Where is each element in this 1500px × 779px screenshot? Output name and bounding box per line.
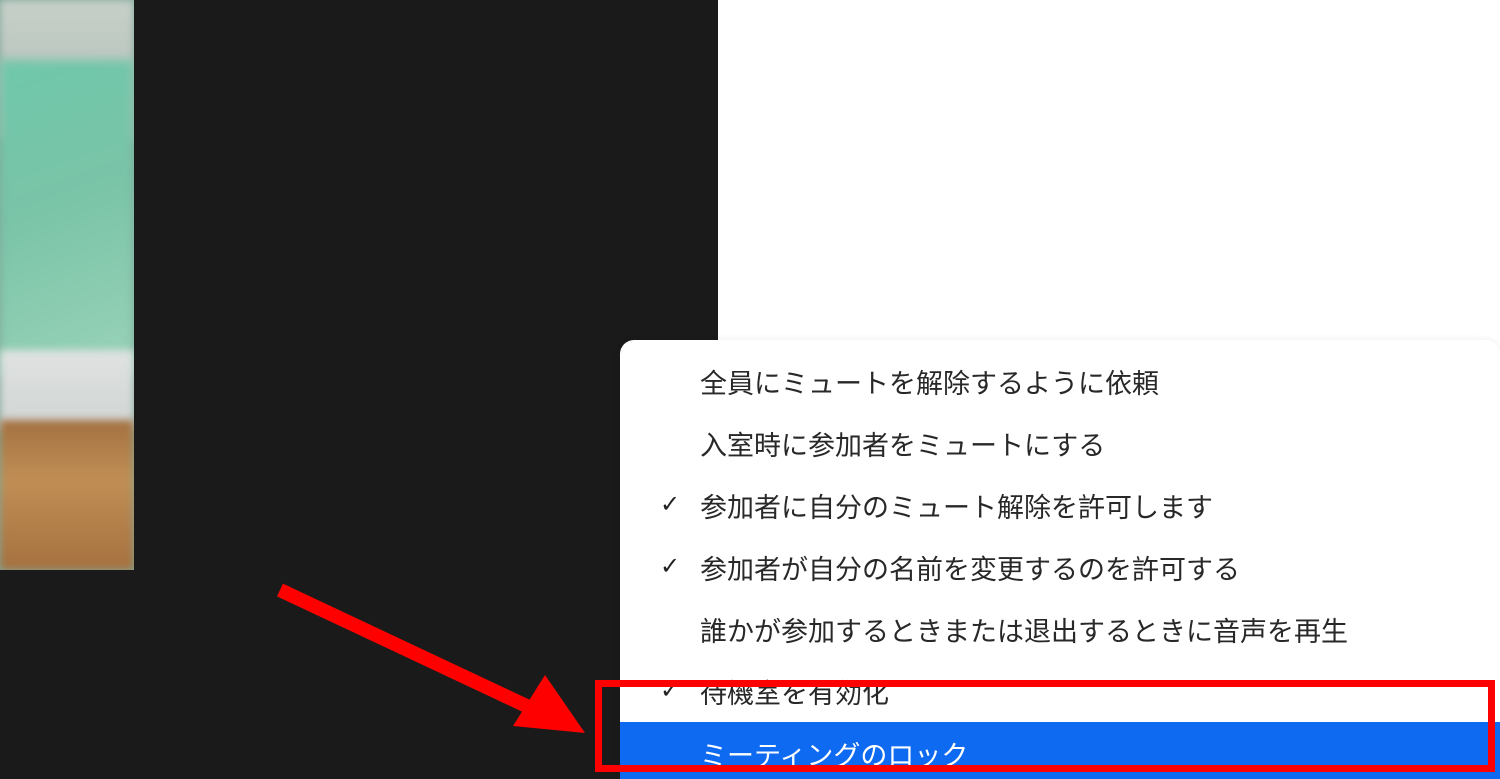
menu-item-label: 全員にミュートを解除するように依頼 <box>700 362 1159 401</box>
video-bg-layer <box>0 420 134 570</box>
menu-item-allow-rename[interactable]: ✓ 参加者が自分の名前を変更するのを許可する <box>620 536 1500 598</box>
menu-item-ask-all-unmute[interactable]: 全員にミュートを解除するように依頼 <box>620 350 1500 412</box>
video-area <box>0 0 718 779</box>
menu-item-label: 待機室を有効化 <box>700 672 889 711</box>
menu-item-label: 参加者が自分の名前を変更するのを許可する <box>700 548 1240 587</box>
menu-item-label: ミーティングのロック <box>700 734 968 773</box>
checkmark-icon: ✓ <box>660 493 680 517</box>
menu-item-play-join-leave-sound[interactable]: 誰かが参加するときまたは退出するときに音声を再生 <box>620 598 1500 660</box>
menu-item-lock-meeting[interactable]: ミーティングのロック <box>620 722 1500 779</box>
menu-item-mute-on-entry[interactable]: 入室時に参加者をミュートにする <box>620 412 1500 474</box>
menu-item-allow-unmute-self[interactable]: ✓ 参加者に自分のミュート解除を許可します <box>620 474 1500 536</box>
checkmark-icon: ✓ <box>660 679 680 703</box>
checkmark-icon: ✓ <box>660 555 680 579</box>
participants-context-menu: 全員にミュートを解除するように依頼 入室時に参加者をミュートにする ✓ 参加者に… <box>620 340 1500 779</box>
video-bg-layer <box>0 60 134 375</box>
menu-item-enable-waiting-room[interactable]: ✓ 待機室を有効化 <box>620 660 1500 722</box>
video-thumbnail[interactable] <box>0 0 134 570</box>
menu-item-label: 入室時に参加者をミュートにする <box>700 424 1105 463</box>
menu-item-label: 参加者に自分のミュート解除を許可します <box>700 486 1213 525</box>
video-bg-layer <box>0 350 134 430</box>
screenshot-stage: 全員にミュートを解除するように依頼 入室時に参加者をミュートにする ✓ 参加者に… <box>0 0 1500 779</box>
menu-item-label: 誰かが参加するときまたは退出するときに音声を再生 <box>700 610 1348 649</box>
